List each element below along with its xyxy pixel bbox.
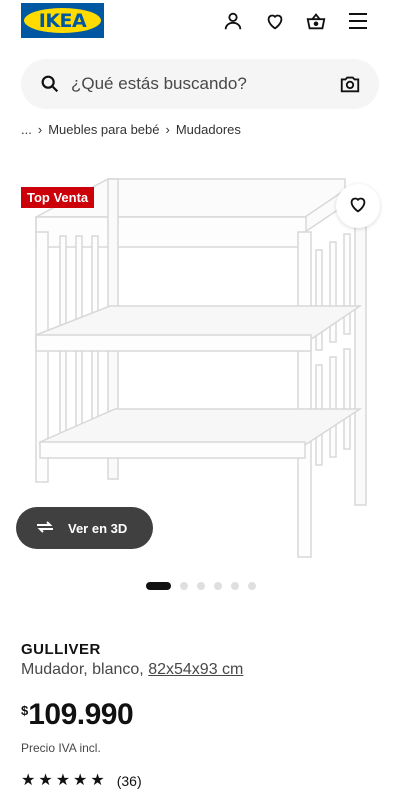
logo-oval: IKEA — [24, 8, 101, 33]
vat-note: Precio IVA incl. — [21, 741, 101, 755]
carousel-dot-4[interactable] — [214, 582, 222, 590]
menu-icon[interactable] — [346, 9, 370, 33]
user-icon[interactable] — [221, 9, 245, 33]
camera-icon[interactable] — [339, 73, 361, 95]
view-in-3d-button[interactable]: Ver en 3D — [16, 507, 153, 549]
price-currency: $ — [21, 703, 29, 718]
breadcrumb: ... › Muebles para bebé › Mudadores — [21, 122, 241, 137]
logo-text: IKEA — [38, 9, 87, 32]
basket-icon[interactable] — [304, 9, 328, 33]
ikea-logo[interactable]: IKEA — [21, 3, 104, 38]
rotate-3d-icon — [34, 519, 56, 538]
product-type: Mudador, blanco, — [21, 661, 149, 678]
add-to-favorites-button[interactable] — [336, 184, 380, 228]
view-in-3d-label: Ver en 3D — [68, 520, 128, 536]
price-amount: 109.990 — [28, 698, 134, 731]
heart-icon — [347, 193, 369, 220]
carousel-dot-3[interactable] — [197, 582, 205, 590]
chevron-right-icon: › — [165, 122, 170, 137]
search-input[interactable]: ¿Qué estás buscando? — [71, 74, 247, 94]
top-seller-badge: Top Venta — [21, 187, 95, 208]
product-rating[interactable]: ★ ★ ★ ★ ★ (36) — [21, 772, 142, 790]
breadcrumb-item-changing-tables[interactable]: Mudadores — [176, 122, 241, 137]
carousel-dot-1[interactable] — [146, 582, 171, 590]
breadcrumb-item-baby-furniture[interactable]: Muebles para bebé — [48, 122, 159, 137]
star-icon: ★ — [55, 772, 71, 789]
carousel-dot-2[interactable] — [180, 582, 188, 590]
breadcrumb-ellipsis[interactable]: ... — [21, 122, 32, 137]
search-icon — [39, 73, 61, 95]
chevron-right-icon: › — [37, 122, 43, 137]
header: IKEA — [0, 0, 400, 44]
star-icon: ★ — [38, 772, 53, 789]
carousel-indicator — [146, 582, 256, 590]
product-description: Mudador, blanco, 82x54x93 cm — [21, 661, 243, 679]
review-count[interactable]: (36) — [117, 773, 142, 789]
heart-icon[interactable] — [263, 9, 287, 33]
star-icon: ★ — [73, 772, 88, 789]
product-dimensions-link[interactable]: 82x54x93 cm — [148, 661, 243, 678]
carousel-dot-6[interactable] — [248, 582, 256, 590]
carousel-dot-5[interactable] — [231, 582, 239, 590]
star-icon: ★ — [90, 772, 105, 789]
product-name: GULLIVER — [21, 641, 101, 658]
star-icon: ★ — [21, 772, 36, 789]
product-price: $ 109.990 — [21, 698, 134, 732]
search-bar[interactable]: ¿Qué estás buscando? — [21, 59, 379, 109]
